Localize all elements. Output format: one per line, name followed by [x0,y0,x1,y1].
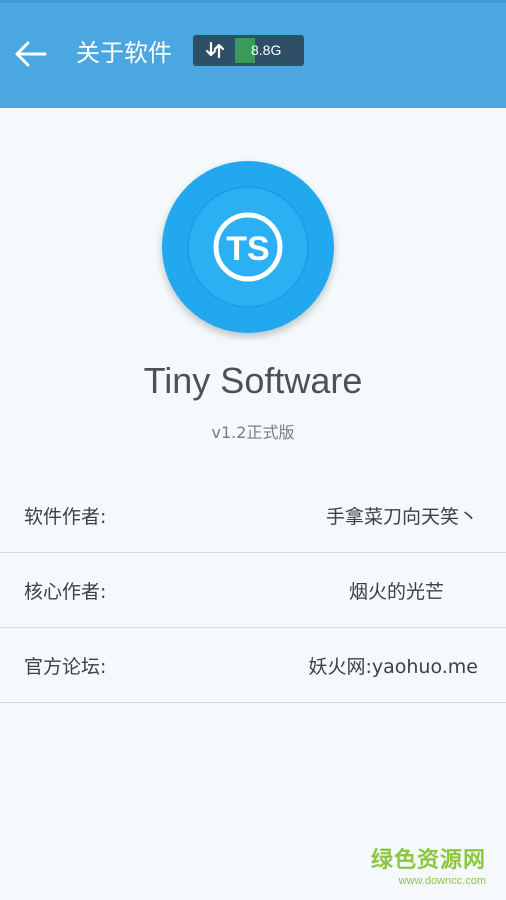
sync-icon [205,41,225,59]
info-value: 烟火的光芒 [348,581,444,603]
arrow-left-icon [15,41,47,67]
app-name: Tiny Software [143,360,363,401]
storage-badge[interactable]: 8.8G [193,35,304,66]
info-label: 官方论坛: [24,656,107,678]
watermark-url: www.downcc.com [398,875,486,887]
app-bar: 关于软件 8.8G [0,0,506,108]
app-logo: TS [156,157,340,341]
watermark: 绿色资源网 www.downcc.com [371,848,486,888]
info-label: 软件作者: [24,506,107,528]
info-label: 核心作者: [24,581,107,603]
info-row-author: 软件作者: 手拿菜刀向天笑丶 [0,478,506,553]
watermark-text: 绿色资源网 [370,848,486,873]
page-title: 关于软件 [76,39,172,67]
app-version: v1.2正式版 [211,423,295,442]
info-row-core-author: 核心作者: 烟火的光芒 [0,553,506,628]
info-list: 软件作者: 手拿菜刀向天笑丶 核心作者: 烟火的光芒 官方论坛: 妖火网:yao… [0,478,506,703]
forum-link[interactable]: 妖火网:yaohuo.me [308,652,478,679]
info-row-forum[interactable]: 官方论坛: 妖火网:yaohuo.me [0,628,506,703]
status-bar-strip [0,0,506,3]
info-value: 手拿菜刀向天笑丶 [325,506,478,528]
logo-text: TS [226,230,269,268]
storage-value: 8.8G [251,42,282,58]
back-button[interactable] [8,34,52,74]
